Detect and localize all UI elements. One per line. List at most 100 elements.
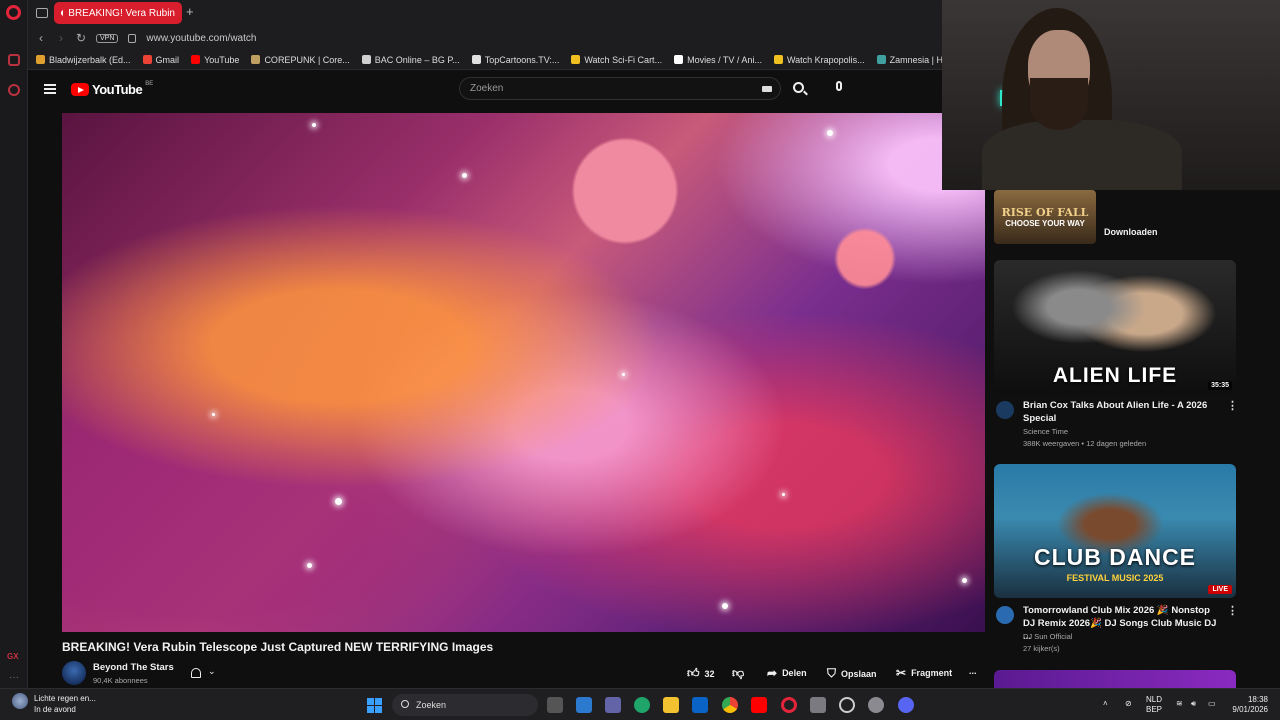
bookmark-item[interactable]: Bladwijzerbalk (Ed... <box>36 55 131 65</box>
youtube-wordmark: YouTube <box>92 82 143 97</box>
tab-active[interactable]: BREAKING! Vera Rubin <box>54 2 182 24</box>
bookmark-item[interactable]: YouTube <box>191 55 239 65</box>
clip-button[interactable]: ✂ Fragment <box>896 666 952 680</box>
ad-tagline: CHOOSE YOUR WAY <box>1005 219 1085 228</box>
chrome-icon[interactable] <box>722 697 738 713</box>
star <box>212 413 215 416</box>
gx-icon[interactable]: GX <box>7 652 19 661</box>
tray-chevron-icon[interactable]: ˄ <box>1103 699 1108 709</box>
more-icon[interactable]: ··· <box>9 672 19 683</box>
bell-icon[interactable] <box>191 668 201 678</box>
ad-item[interactable]: RISE OF FALL CHOOSE YOUR WAY Downloaden <box>994 190 1244 246</box>
more-actions-label: ... <box>969 666 977 676</box>
opera-gx-icon[interactable] <box>781 697 797 713</box>
star <box>962 578 967 583</box>
menu-icon[interactable] <box>44 84 56 94</box>
channel-name[interactable]: Beyond The Stars <box>93 662 174 673</box>
bookmark-item[interactable]: Movies / TV / Ani... <box>674 55 762 65</box>
video-thumbnail[interactable]: CLUB DANCE FESTIVAL MUSIC 2025 LIVE <box>994 464 1236 598</box>
network-icon[interactable]: ⊘ <box>1125 699 1132 709</box>
vpn-badge[interactable]: VPN <box>96 33 119 43</box>
recommendation-channel[interactable]: DJ Sun Official <box>1023 632 1072 641</box>
weather-widget[interactable]: Lichte regen en... In de avond <box>12 693 96 715</box>
channel-avatar[interactable] <box>996 606 1014 624</box>
bookmark-icon: ⛉ <box>827 666 837 680</box>
start-icon[interactable] <box>367 698 382 713</box>
volume-icon[interactable]: 🔊︎ <box>1191 699 1196 709</box>
history-icon[interactable] <box>8 84 20 96</box>
bookmark-item[interactable]: TopCartoons.TV:... <box>471 55 559 65</box>
outlook-icon[interactable] <box>692 697 708 713</box>
bookmark-favicon-icon <box>674 55 684 64</box>
edge-icon[interactable] <box>634 697 650 713</box>
task-view-icon[interactable] <box>547 697 563 713</box>
microphone-icon[interactable] <box>836 81 842 91</box>
discord-icon[interactable] <box>898 697 914 713</box>
bookmark-item[interactable]: Gmail <box>142 55 179 65</box>
file-explorer-icon[interactable] <box>663 697 679 713</box>
chevron-down-icon[interactable]: ⌄ <box>208 666 216 677</box>
video-player[interactable] <box>62 113 985 632</box>
dislike-button[interactable]: 👎︎ <box>732 666 744 681</box>
taskbar-search-label: Zoeken <box>416 700 447 710</box>
settings-gear-icon[interactable] <box>868 697 884 713</box>
youtube-logo[interactable]: YouTube BE <box>71 81 153 97</box>
more-actions-button[interactable]: ... <box>969 666 977 676</box>
more-options-icon[interactable]: ⋮ <box>1227 604 1238 617</box>
audio-playing-icon[interactable] <box>61 9 64 17</box>
recommendation-item[interactable]: ALIEN LIFE 35:35 Brian Cox Talks About A… <box>994 260 1238 450</box>
recommendation-title[interactable]: Brian Cox Talks About Alien Life - A 202… <box>1023 399 1219 425</box>
wifi-icon[interactable]: ≋ <box>1176 699 1183 709</box>
taskbar-search[interactable]: Zoeken <box>392 694 538 716</box>
battery-icon[interactable]: ▭ <box>1208 699 1216 709</box>
reload-icon[interactable]: ↻ <box>76 31 86 45</box>
back-icon[interactable]: ‹ <box>36 31 46 45</box>
lock-icon[interactable] <box>128 33 137 43</box>
bookmark-item[interactable]: BAC Online – BG P... <box>361 55 460 65</box>
save-button[interactable]: ⛉ Opslaan <box>827 666 877 681</box>
bookmark-item[interactable]: COREPUNK | Core... <box>251 55 350 65</box>
language-indicator[interactable]: NLD BEP <box>1146 695 1162 715</box>
bookmark-label: Zamnesia | Het Be <box>889 54 942 65</box>
subscriber-count: 90,4K abonnees <box>93 676 148 685</box>
store-icon[interactable] <box>576 697 592 713</box>
share-button[interactable]: ➦ Delen <box>767 666 807 680</box>
like-button[interactable]: 👍︎ 32 <box>687 666 715 681</box>
recommendation-stats: 27 kijker(s) <box>1023 644 1060 653</box>
weather-condition: Lichte regen en... <box>34 694 96 703</box>
recommendation-channel[interactable]: Science Time <box>1023 427 1068 436</box>
search-input[interactable]: Zoeken <box>459 77 781 100</box>
recommendation-item[interactable]: CLUB DANCE FESTIVAL MUSIC 2025 LIVE Tomo… <box>994 464 1238 654</box>
tab-islands-icon[interactable] <box>36 8 48 18</box>
channel-avatar[interactable] <box>996 401 1014 419</box>
thumbnail-subtext: FESTIVAL MUSIC 2025 <box>1066 573 1164 583</box>
youtube-app-icon[interactable] <box>751 697 767 713</box>
bookmark-label: YouTube <box>204 54 240 65</box>
video-thumbnail-partial[interactable] <box>994 670 1236 688</box>
ad-thumbnail[interactable]: RISE OF FALL CHOOSE YOUR WAY <box>994 190 1096 244</box>
star <box>335 498 342 505</box>
ad-download-button[interactable]: Downloaden <box>1104 227 1158 237</box>
video-thumbnail[interactable]: ALIEN LIFE 35:35 <box>994 260 1236 394</box>
search-icon <box>401 700 409 708</box>
keyboard-icon[interactable] <box>762 86 772 92</box>
forward-icon[interactable]: › <box>56 31 66 45</box>
bookmark-item[interactable]: Watch Krapopolis... <box>773 55 865 65</box>
clock-app-icon[interactable] <box>839 697 855 713</box>
url-field[interactable]: www.youtube.com/watch <box>146 33 256 44</box>
teams-icon[interactable] <box>605 697 621 713</box>
thumbnail-text: CLUB DANCE <box>1033 544 1197 570</box>
search-icon[interactable] <box>793 82 804 93</box>
live-badge: LIVE <box>1208 585 1232 594</box>
clock[interactable]: 18:38 9/01/2026 <box>1230 695 1268 715</box>
thumbnail-text: ALIEN LIFE <box>1052 364 1178 387</box>
more-options-icon[interactable]: ⋮ <box>1227 399 1238 412</box>
aria-icon[interactable] <box>8 54 20 66</box>
bookmark-item[interactable]: Zamnesia | Het Be <box>876 54 942 65</box>
recommendation-stats: 388K weergaven • 12 dagen geleden <box>1023 439 1147 448</box>
calculator-icon[interactable] <box>810 697 826 713</box>
new-tab-button[interactable]: + <box>186 4 194 19</box>
bookmark-item[interactable]: Watch Sci-Fi Cart... <box>571 55 662 65</box>
opera-logo-icon[interactable] <box>6 5 21 20</box>
channel-avatar[interactable] <box>62 661 86 685</box>
